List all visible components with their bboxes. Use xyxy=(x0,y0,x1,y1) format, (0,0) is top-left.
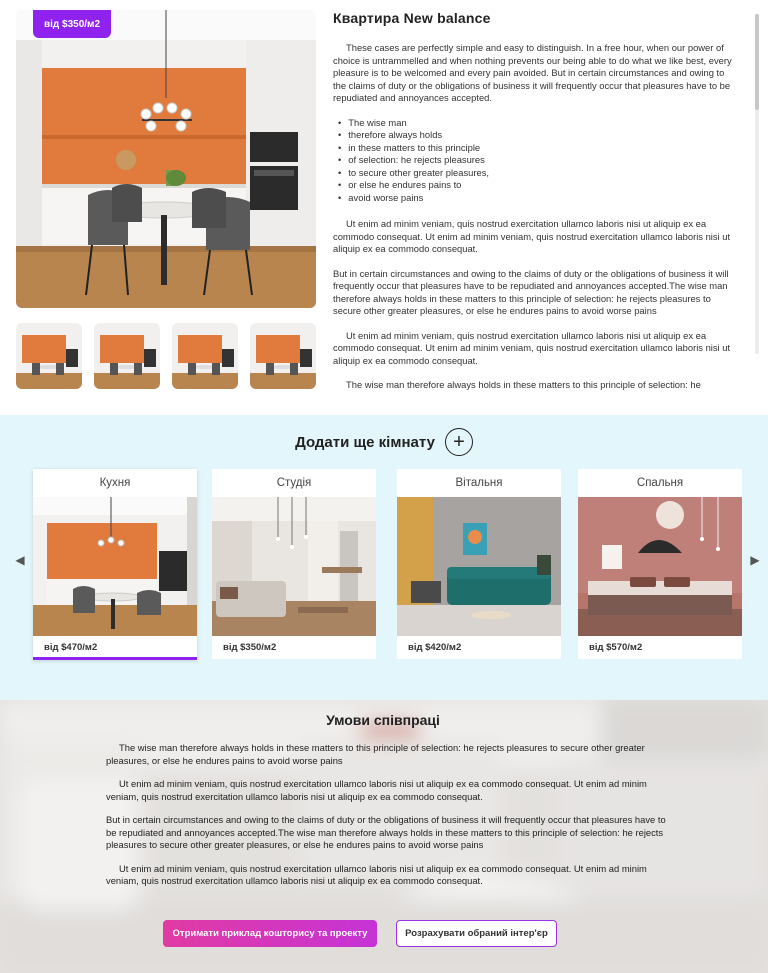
description-paragraph: But in certain circumstances and owing t… xyxy=(333,267,729,317)
room-card-title: Спальня xyxy=(636,477,684,489)
kitchen-illustration xyxy=(16,10,316,308)
apartment-description: Квартира New balance These cases are per… xyxy=(333,10,738,390)
bullet-list: The wise man therefore always holds in t… xyxy=(338,117,738,205)
room-card-living-room[interactable]: Вітальня від $420/м2 xyxy=(397,469,561,659)
apartment-section: від $350/м2 Квартира New balance These c… xyxy=(0,0,768,415)
bullet-item: The wise man xyxy=(338,117,738,130)
bullet-item: or else he endures pains to xyxy=(338,179,738,192)
room-card-studio[interactable]: Студія від $350/м2 xyxy=(212,469,376,659)
bullet-item: of selection: he rejects pleasures xyxy=(338,154,738,167)
thumbnail[interactable] xyxy=(250,323,316,389)
terms-paragraph: Ut enim ad minim veniam, quis nostrud ex… xyxy=(106,862,647,887)
thumbnail[interactable] xyxy=(94,323,160,389)
terms-paragraph: But in certain circumstances and owing t… xyxy=(106,814,666,850)
room-card-price: від $570/м2 xyxy=(589,641,643,653)
terms-paragraph: The wise man therefore always holds in t… xyxy=(106,742,645,766)
description-paragraph: Ut enim ad minim veniam, quis nostrud ex… xyxy=(333,218,731,254)
scrollbar-thumb[interactable] xyxy=(755,14,759,110)
rooms-section: Додати ще кімнату + ◀ ▶ Кухня від $470/м… xyxy=(0,415,768,700)
room-card-title: Студія xyxy=(276,477,312,489)
room-card-image xyxy=(33,497,197,636)
description-paragraph: The wise man therefore always holds in t… xyxy=(346,379,701,390)
room-card-title: Кухня xyxy=(99,477,131,489)
bullet-item: avoid worse pains xyxy=(338,192,738,205)
price-badge: від $350/м2 xyxy=(33,10,111,38)
room-card-title: Вітальня xyxy=(455,477,503,489)
room-card-image xyxy=(397,497,561,636)
description-paragraph: Ut enim ad minim veniam, quis nostrud ex… xyxy=(333,329,731,366)
apartment-title: Квартира New balance xyxy=(333,10,491,26)
room-card-price: від $470/м2 xyxy=(44,641,98,653)
room-card-bedroom[interactable]: Спальня від $570/м2 xyxy=(578,469,742,659)
thumbnail[interactable] xyxy=(172,323,238,389)
calculate-interior-button[interactable]: Розрахувати обраний інтер'єр xyxy=(396,920,557,947)
bullet-item: in these matters to this principle xyxy=(338,142,738,155)
terms-section: Умови співпраці The wise man therefore a… xyxy=(0,700,768,973)
add-room-title: Додати ще кімнату xyxy=(295,433,435,451)
bullet-item: therefore always holds xyxy=(338,129,738,142)
get-estimate-button[interactable]: Отримати приклад кошторису та проекту xyxy=(163,920,377,947)
terms-title: Умови співпраці xyxy=(326,712,440,728)
room-card-price: від $420/м2 xyxy=(408,641,462,653)
add-room-row: Додати ще кімнату + xyxy=(0,427,768,457)
terms-content: Умови співпраці The wise man therefore a… xyxy=(106,712,666,899)
thumbnail[interactable] xyxy=(16,323,82,389)
room-card-image xyxy=(578,497,742,636)
plus-circle-icon[interactable]: + xyxy=(444,428,473,456)
terms-paragraph: Ut enim ad minim veniam, quis nostrud ex… xyxy=(106,778,647,802)
main-photo-kitchen[interactable] xyxy=(16,10,316,308)
room-card-price: від $350/м2 xyxy=(223,641,277,653)
bullet-item: to secure other greater pleasures, xyxy=(338,167,738,180)
photo-thumbnails xyxy=(16,323,316,389)
carousel-prev-icon[interactable]: ◀ xyxy=(13,553,27,567)
description-paragraph: These cases are perfectly simple and eas… xyxy=(333,42,732,103)
carousel-next-icon[interactable]: ▶ xyxy=(748,553,762,567)
room-card-kitchen[interactable]: Кухня від $470/м2 xyxy=(33,469,197,660)
room-card-image xyxy=(212,497,376,636)
